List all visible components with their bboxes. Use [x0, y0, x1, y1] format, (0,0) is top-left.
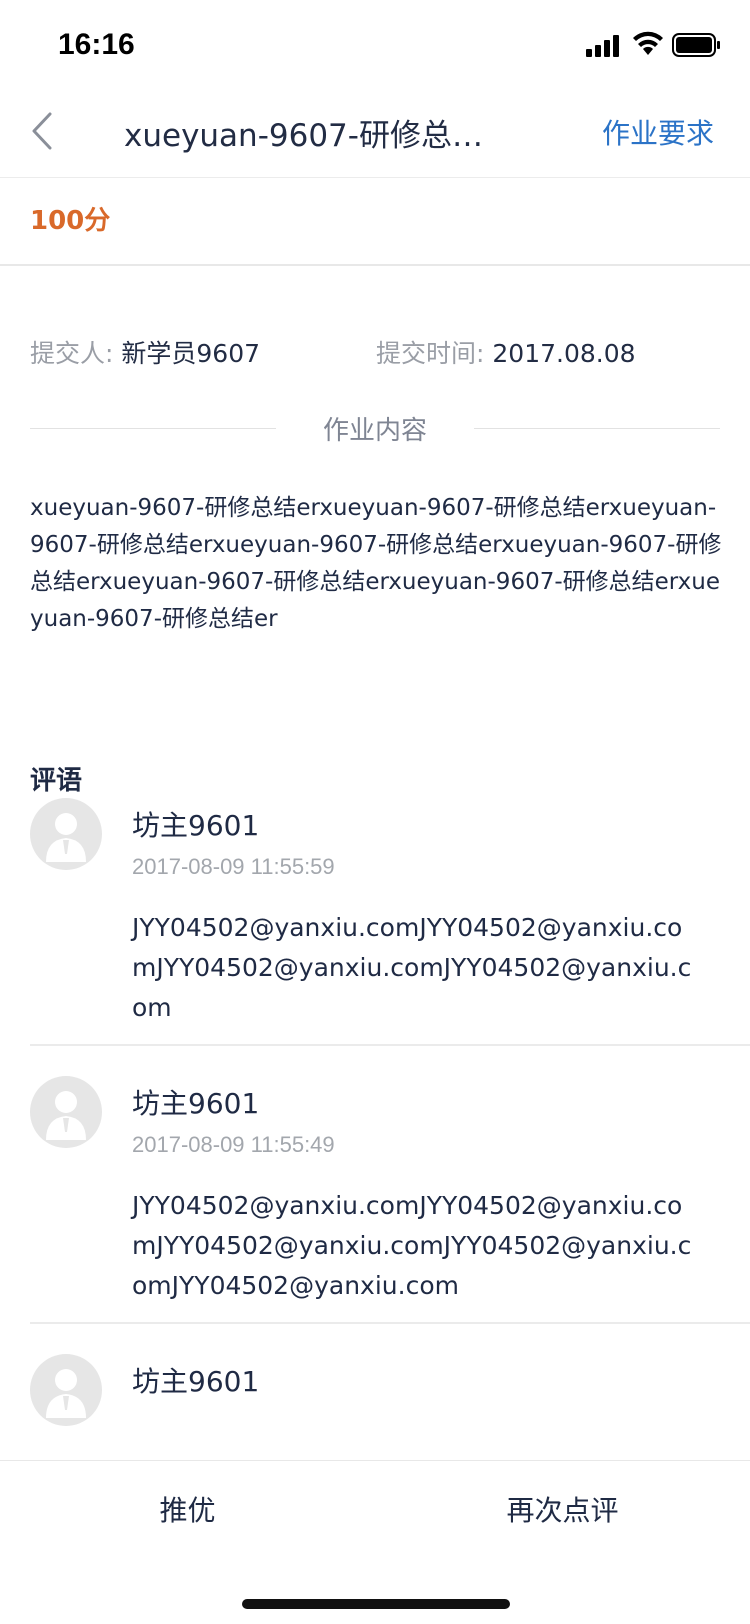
recommend-button[interactable]: 推优: [0, 1489, 375, 1545]
submit-time: 提交时间: 2017.08.08: [376, 334, 636, 370]
avatar: [30, 1076, 102, 1148]
comment-divider: [30, 1044, 750, 1046]
status-bar: 16:16: [0, 0, 750, 92]
submitter: 提交人: 新学员9607: [30, 334, 260, 370]
comment-item: 坊主9601 2017-08-09 11:55:59 JYY04502@yanx…: [30, 798, 750, 1048]
submitter-value: 新学员9607: [121, 339, 261, 368]
divider-line-left: [30, 428, 276, 429]
comment-text: JYY04502@yanxiu.comJYY04502@yanxiu.comJY…: [132, 913, 692, 1022]
commenter-name: 坊主9601: [132, 809, 260, 842]
avatar: [30, 1354, 102, 1426]
comment-again-button[interactable]: 再次点评: [375, 1489, 750, 1545]
commenter-name: 坊主9601: [132, 1365, 260, 1398]
nav-bar: xueyuan-9607-研修总… 作业要求: [0, 88, 750, 178]
user-avatar-icon: [46, 813, 86, 862]
score: 100分: [30, 206, 111, 236]
submitter-label: 提交人:: [30, 339, 114, 368]
comment-text: JYY04502@yanxiu.comJYY04502@yanxiu.comJY…: [132, 1191, 692, 1300]
comment-time: 2017-08-09 11:55:49: [132, 1132, 335, 1157]
user-avatar-icon: [46, 1369, 86, 1418]
section-title: 作业内容: [322, 416, 427, 446]
page-title: xueyuan-9607-研修总…: [124, 118, 483, 154]
user-avatar-icon: [46, 1091, 86, 1140]
home-indicator[interactable]: [242, 1599, 510, 1609]
score-row: 100分: [0, 178, 750, 266]
comment-divider: [30, 1322, 750, 1324]
bottom-action-bar: 推优 再次点评: [0, 1460, 750, 1624]
submit-time-label: 提交时间:: [376, 339, 485, 368]
assignment-requirements-button[interactable]: 作业要求: [602, 112, 714, 152]
comment-item: 坊主9601: [30, 1354, 750, 1460]
back-icon[interactable]: [28, 108, 58, 154]
signal-icon: [586, 35, 619, 57]
divider-line-right: [474, 428, 720, 429]
submit-time-value: 2017.08.08: [492, 339, 636, 368]
avatar: [30, 798, 102, 870]
commenter-name: 坊主9601: [132, 1087, 260, 1120]
status-time: 16:16: [58, 28, 135, 61]
submit-meta: 提交人: 新学员9607 提交时间: 2017.08.08: [30, 334, 720, 374]
comment-item: 坊主9601 2017-08-09 11:55:49 JYY04502@yanx…: [30, 1076, 750, 1326]
comment-time: 2017-08-09 11:55:59: [132, 854, 335, 879]
wifi-icon: [633, 31, 663, 55]
assignment-content: xueyuan-9607-研修总结erxueyuan-9607-研修总结erxu…: [30, 495, 722, 632]
comments-title: 评语: [30, 766, 83, 796]
battery-icon: [672, 33, 720, 57]
